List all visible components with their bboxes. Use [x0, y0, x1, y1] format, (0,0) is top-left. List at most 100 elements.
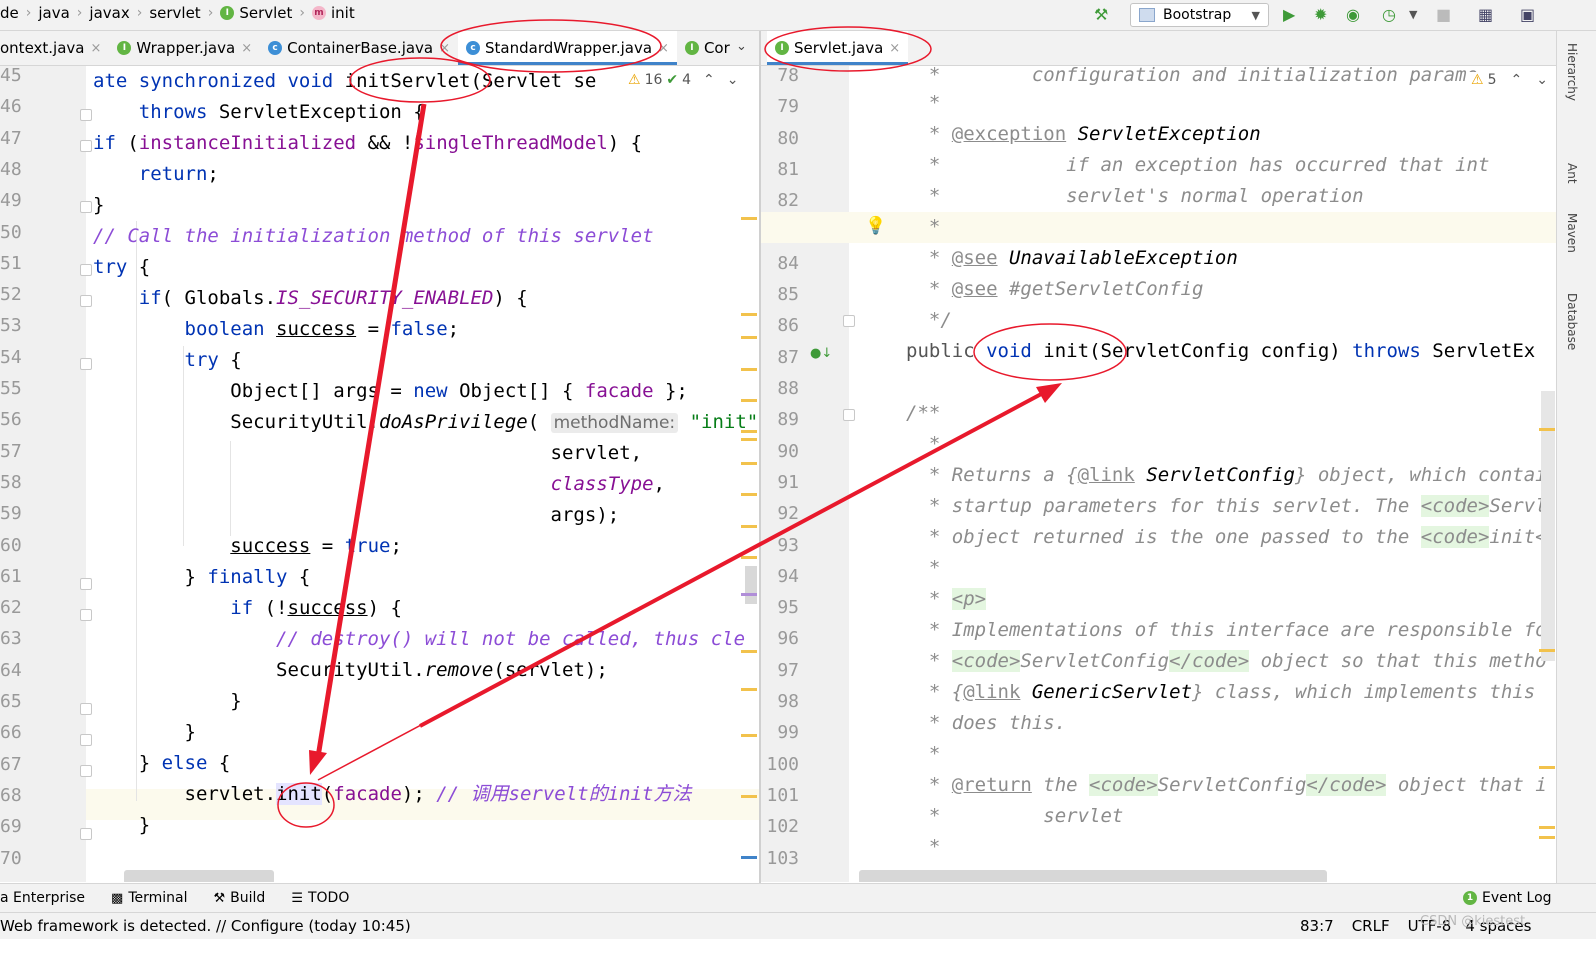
fold-marker[interactable] — [80, 578, 92, 590]
warning-mark[interactable] — [741, 795, 757, 798]
warning-mark[interactable] — [1539, 826, 1555, 829]
breadcrumb-item[interactable]: de — [0, 4, 19, 22]
fold-marker[interactable] — [80, 201, 92, 213]
warning-mark[interactable] — [741, 734, 757, 737]
warning-mark[interactable] — [1539, 766, 1555, 769]
close-icon[interactable]: × — [241, 41, 252, 56]
fold-marker[interactable] — [80, 703, 92, 715]
close-icon[interactable]: × — [889, 41, 900, 56]
status-message[interactable]: Web framework is detected. // Configure … — [0, 917, 411, 935]
fold-marker[interactable] — [843, 409, 855, 421]
line-separator[interactable]: CRLF — [1352, 917, 1390, 935]
todo-mark[interactable] — [741, 593, 757, 596]
caret-position[interactable]: 83:7 — [1300, 917, 1334, 935]
tool-window-enterprise[interactable]: a Enterprise — [0, 890, 85, 906]
stop-icon[interactable]: ■ — [1436, 5, 1451, 25]
warning-mark[interactable] — [741, 399, 757, 402]
tool-window-event-log[interactable]: 1 Event Log — [1463, 890, 1552, 906]
fold-marker[interactable] — [80, 358, 92, 370]
close-icon[interactable]: × — [91, 41, 102, 56]
warning-mark[interactable] — [741, 688, 757, 691]
lightbulb-icon[interactable]: 💡 — [865, 216, 886, 236]
chevron-up-icon[interactable]: ⌃ — [1510, 72, 1522, 88]
fold-marker[interactable] — [80, 295, 92, 307]
chevron-down-icon[interactable]: ⌄ — [736, 39, 747, 54]
warning-mark[interactable] — [741, 217, 757, 220]
profile-icon[interactable]: ◷ — [1382, 5, 1396, 25]
run-configuration-select[interactable]: Bootstrap ▼ — [1130, 3, 1269, 27]
line-number: 51 — [0, 252, 22, 274]
tool-window-database[interactable]: Database — [1565, 293, 1579, 350]
run-configuration-label: Bootstrap — [1163, 7, 1232, 23]
breadcrumb-item[interactable]: servlet — [149, 4, 200, 22]
info-mark[interactable] — [741, 856, 757, 859]
tool-window-ant[interactable]: Ant — [1565, 163, 1579, 184]
breadcrumb-item[interactable]: javax — [89, 4, 129, 22]
line-number: 79 — [777, 96, 799, 118]
run-icon[interactable]: ▶ — [1283, 5, 1295, 25]
line-number: 65 — [0, 691, 22, 712]
inspection-widget[interactable]: ⚠ 5 ⌃ ⌄ — [1467, 72, 1548, 88]
tab-context-java[interactable]: ontext.java × — [0, 31, 109, 65]
warning-mark[interactable] — [741, 493, 757, 496]
build-hammer-icon[interactable]: ⚒ — [1094, 5, 1108, 25]
warning-mark[interactable] — [741, 438, 757, 441]
code-line: * — [906, 433, 941, 455]
fold-marker[interactable] — [80, 765, 92, 777]
project-structure-icon[interactable]: ▦ — [1478, 5, 1493, 25]
chevron-down-icon[interactable]: ▼ — [1409, 5, 1417, 25]
tab-cor[interactable]: I Cor — [677, 31, 738, 65]
close-icon[interactable]: × — [439, 41, 450, 56]
chevron-right-icon: › — [299, 5, 305, 21]
scrollbar-thumb[interactable] — [745, 566, 757, 604]
tool-window-hierarchy[interactable]: Hierarchy — [1565, 43, 1579, 101]
warning-mark[interactable] — [1539, 836, 1555, 839]
fold-marker[interactable] — [80, 140, 92, 152]
tab-standardwrapper-java[interactable]: c StandardWrapper.java × — [458, 31, 677, 65]
code-line: SecurityUtil.remove(servlet); — [93, 659, 608, 681]
inspection-widget[interactable]: ⚠ 16 ✔ 4 ⌃ ⌄ — [624, 72, 739, 88]
tool-window-maven[interactable]: Maven — [1565, 213, 1579, 253]
line-number: 102 — [766, 816, 799, 838]
warning-mark[interactable] — [741, 650, 757, 653]
layout-icon[interactable]: ▣ — [1520, 5, 1535, 25]
tool-window-terminal[interactable]: ▩ Terminal — [111, 890, 187, 906]
warning-mark[interactable] — [741, 336, 757, 339]
code-line: public void init(ServletConfig config) t… — [906, 340, 1536, 362]
scrollbar-thumb[interactable] — [1541, 391, 1555, 661]
tab-servlet-java[interactable]: I Servlet.java × — [767, 31, 909, 65]
warning-mark[interactable] — [741, 462, 757, 465]
tab-wrapper-java[interactable]: I Wrapper.java × — [109, 31, 260, 65]
fold-marker[interactable] — [80, 264, 92, 276]
fold-marker[interactable] — [80, 734, 92, 746]
tool-window-todo[interactable]: ☰ TODO — [291, 890, 349, 906]
horizontal-scrollbar[interactable] — [859, 870, 1327, 882]
tool-window-build[interactable]: ⚒ Build — [214, 890, 266, 906]
chevron-down-icon[interactable]: ⌄ — [727, 72, 739, 88]
warning-mark[interactable] — [741, 368, 757, 371]
fold-marker[interactable] — [80, 609, 92, 621]
warning-mark[interactable] — [1539, 428, 1555, 431]
implemented-by-icon[interactable]: ●↓ — [810, 346, 832, 361]
right-editor[interactable]: 7879808182838485868788899091929394959697… — [761, 66, 1556, 882]
fold-marker[interactable] — [843, 315, 855, 327]
breadcrumb-item[interactable]: Servlet — [239, 4, 292, 22]
code-line: throws ServletException { — [138, 101, 425, 123]
fold-marker[interactable] — [80, 109, 92, 121]
breadcrumb-item[interactable]: java — [38, 4, 69, 22]
chevron-down-icon[interactable]: ⌄ — [1536, 72, 1548, 88]
warning-mark[interactable] — [741, 556, 757, 559]
warning-mark[interactable] — [1539, 649, 1555, 652]
coverage-icon[interactable]: ◉ — [1346, 5, 1360, 25]
tab-containerbase-java[interactable]: c ContainerBase.java × — [260, 31, 458, 65]
fold-marker[interactable] — [80, 828, 92, 840]
horizontal-scrollbar[interactable] — [124, 870, 274, 882]
warning-mark[interactable] — [741, 525, 757, 528]
left-editor[interactable]: 45 46 47 48 49 50 51 52 53 54 55 56 57 58 59 60 61 62 63 64… — [0, 66, 759, 882]
debug-icon[interactable]: ✹ — [1314, 5, 1327, 25]
warning-mark[interactable] — [741, 313, 757, 316]
close-icon[interactable]: × — [658, 41, 669, 56]
warning-mark[interactable] — [741, 430, 757, 433]
chevron-up-icon[interactable]: ⌃ — [703, 72, 715, 88]
breadcrumb-item[interactable]: init — [331, 4, 355, 22]
